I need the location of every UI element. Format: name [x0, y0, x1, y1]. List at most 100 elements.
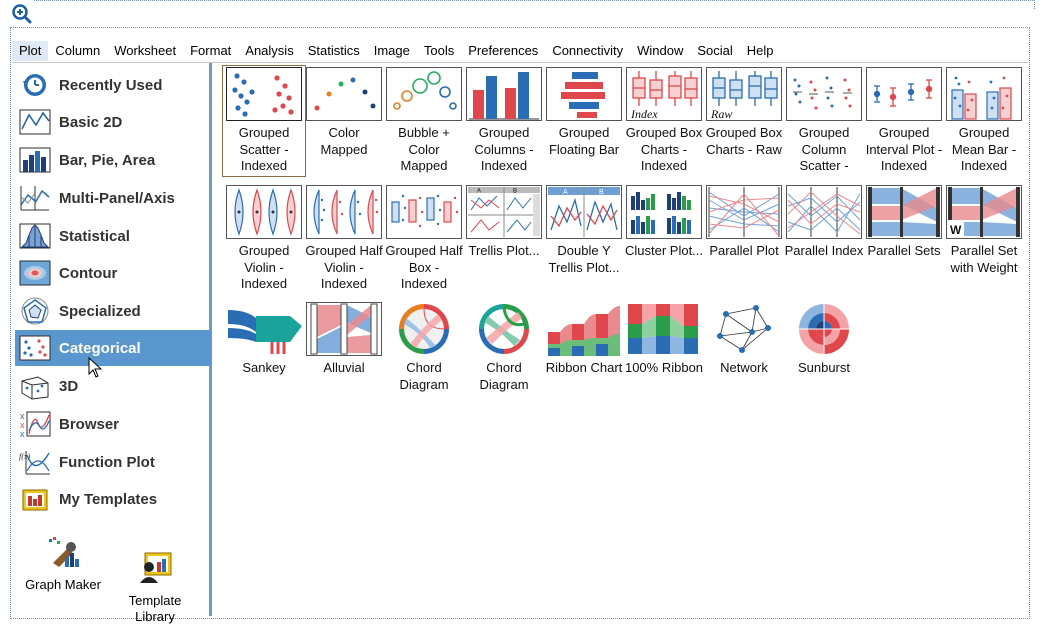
- thumb-text-b2: B: [599, 189, 604, 196]
- tile-parallel-index[interactable]: Parallel Index: [784, 185, 864, 260]
- sidebar-item-3d[interactable]: 3D: [15, 368, 211, 404]
- svg-text:x: x: [20, 429, 25, 439]
- tile-label: Grouped Scatter - Indexed: [238, 125, 290, 173]
- sidebar-item-basic-2d[interactable]: Basic 2D: [15, 104, 211, 140]
- sidebar-item-statistical[interactable]: Statistical: [15, 218, 211, 254]
- sidebar-item-label: My Templates: [59, 490, 158, 508]
- column-scatter-icon: [786, 67, 862, 121]
- tile-grouped-half-violin[interactable]: Grouped Half Violin - Indexed: [304, 185, 384, 293]
- sidebar-item-function-plot[interactable]: f(x) Function Plot: [15, 444, 211, 480]
- menu-statistics[interactable]: Statistics: [301, 41, 367, 61]
- tile-alluvial[interactable]: Alluvial: [304, 302, 384, 377]
- color-mapped-icon: [306, 67, 382, 121]
- tile-grouped-interval-plot[interactable]: Grouped Interval Plot - Indexed: [864, 67, 944, 175]
- tile-grouped-columns-indexed[interactable]: Grouped Columns - Indexed: [464, 67, 544, 175]
- tile-color-mapped[interactable]: Color Mapped: [304, 67, 384, 158]
- box-index-icon: Index: [626, 67, 702, 121]
- sidebar-item-label: Bar, Pie, Area: [59, 151, 156, 169]
- menu-analysis[interactable]: Analysis: [238, 41, 300, 61]
- parallel-index-icon: [786, 185, 862, 239]
- menu-preferences[interactable]: Preferences: [461, 41, 545, 61]
- tile-label: Cluster Plot...: [624, 243, 704, 258]
- tile-label: 100% Ribbon: [624, 360, 704, 375]
- chord-icon-1: [386, 302, 462, 356]
- sidebar-item-recently-used[interactable]: Recently Used: [15, 67, 211, 103]
- tile-parallel-plot[interactable]: Parallel Plot: [704, 185, 784, 260]
- zoom-in-icon[interactable]: [12, 4, 32, 24]
- tile-label: Grouped Box Charts - Raw: [705, 125, 783, 157]
- grouped-columns-icon: [466, 67, 542, 121]
- tile-grouped-violin[interactable]: Grouped Violin - Indexed: [224, 185, 304, 293]
- tile-label: Trellis Plot...: [468, 243, 540, 258]
- double-y-trellis-icon: AB: [546, 185, 622, 239]
- thumb-text-b: B: [513, 189, 517, 195]
- tile-trellis-plot[interactable]: AB Trellis Plot...: [464, 185, 544, 260]
- tile-label: Grouped Half Violin - Indexed: [305, 243, 383, 291]
- ribbon-100-icon: [626, 302, 702, 356]
- sidebar-item-contour[interactable]: Contour: [15, 255, 211, 291]
- sidebar-item-label: Basic 2D: [59, 113, 123, 131]
- menu-connectivity[interactable]: Connectivity: [545, 41, 630, 61]
- tile-grouped-column-scatter[interactable]: Grouped Column Scatter -: [784, 67, 864, 175]
- tile-label: Parallel Set with Weight: [950, 243, 1018, 275]
- parallel-weight-icon: W: [946, 185, 1022, 239]
- box-raw-icon: Raw: [706, 67, 782, 121]
- tile-network[interactable]: Network: [704, 302, 784, 377]
- thumb-text-index: Index: [630, 107, 658, 120]
- category-sidebar: Recently Used Basic 2D Bar, Pie, Area Mu…: [12, 63, 212, 624]
- tile-sunburst[interactable]: Sunburst: [784, 302, 864, 377]
- tile-cluster-plot[interactable]: Cluster Plot...: [624, 185, 704, 260]
- tile-grouped-floating-bar[interactable]: Grouped Floating Bar: [544, 67, 624, 158]
- template-library-icon: [140, 552, 172, 583]
- tile-ribbon-chart[interactable]: Ribbon Chart: [544, 302, 624, 377]
- tile-sankey[interactable]: Sankey: [224, 302, 304, 377]
- menu-image[interactable]: Image: [367, 41, 417, 61]
- tile-100-ribbon[interactable]: 100% Ribbon: [624, 302, 704, 377]
- tile-bubble-color-mapped[interactable]: Bubble + Color Mapped: [384, 67, 464, 175]
- tile-chord-diagram-1[interactable]: Chord Diagram: [384, 302, 464, 393]
- tile-parallel-set-weight[interactable]: W Parallel Set with Weight: [944, 185, 1024, 276]
- tile-label: Grouped Violin - Indexed: [238, 243, 290, 291]
- tile-label: Double Y Trellis Plot...: [548, 243, 620, 275]
- tile-label: Parallel Sets: [867, 243, 941, 258]
- bubble-icon: [386, 67, 462, 121]
- menu-window[interactable]: Window: [630, 41, 690, 61]
- tile-grouped-mean-bar[interactable]: Grouped Mean Bar - Indexed: [944, 67, 1024, 175]
- mouse-cursor-icon: [88, 357, 103, 378]
- sidebar-item-multi-panel[interactable]: Multi-Panel/Axis: [15, 180, 211, 216]
- sidebar-item-label: 3D: [59, 377, 79, 395]
- tile-chord-diagram-2[interactable]: Chord Diagram: [464, 302, 544, 393]
- tile-grouped-box-indexed[interactable]: Index Grouped Box Charts - Indexed: [624, 67, 704, 175]
- pentagon-icon: [21, 297, 49, 325]
- menu-social[interactable]: Social: [690, 41, 739, 61]
- sidebar-item-my-templates[interactable]: My Templates: [15, 481, 211, 517]
- sunburst-icon: [786, 302, 862, 356]
- tile-parallel-sets[interactable]: Parallel Sets: [864, 185, 944, 260]
- network-icon: [706, 302, 782, 356]
- menu-plot[interactable]: Plot: [12, 41, 49, 61]
- sidebar-item-browser[interactable]: xxx Browser: [15, 406, 211, 442]
- menu-bar: Plot Column Worksheet Format Analysis St…: [12, 40, 1028, 63]
- sidebar-item-specialized[interactable]: Specialized: [15, 293, 211, 329]
- menu-worksheet[interactable]: Worksheet: [107, 41, 183, 61]
- menu-help[interactable]: Help: [740, 41, 781, 61]
- menu-format[interactable]: Format: [183, 41, 238, 61]
- tile-double-y-trellis[interactable]: AB Double Y Trellis Plot...: [544, 185, 624, 276]
- sidebar-item-categorical[interactable]: Categorical: [15, 330, 211, 366]
- tile-grouped-scatter-indexed[interactable]: Grouped Scatter - Indexed: [222, 65, 306, 177]
- menu-column[interactable]: Column: [48, 41, 107, 61]
- tile-grouped-box-raw[interactable]: Raw Grouped Box Charts - Raw: [704, 67, 784, 158]
- tile-grouped-half-box[interactable]: Grouped Half Box - Indexed: [384, 185, 464, 293]
- menu-tools[interactable]: Tools: [417, 41, 461, 61]
- tile-label: Grouped Floating Bar: [548, 125, 620, 157]
- template-gallery: Grouped Scatter - Indexed Color Mapped B…: [215, 63, 1027, 616]
- template-library-button[interactable]: Template Library: [110, 533, 200, 641]
- basic-2d-icon: [19, 109, 51, 135]
- multi-panel-icon: [20, 186, 50, 211]
- graph-maker-button[interactable]: Graph Maker: [18, 533, 108, 593]
- template-library-label: Template Library: [128, 593, 182, 624]
- sidebar-item-bar-pie-area[interactable]: Bar, Pie, Area: [15, 142, 211, 178]
- thumb-text-raw: Raw: [710, 107, 732, 120]
- tile-label: Grouped Half Box - Indexed: [385, 243, 463, 291]
- tile-label: Parallel Index: [784, 243, 864, 258]
